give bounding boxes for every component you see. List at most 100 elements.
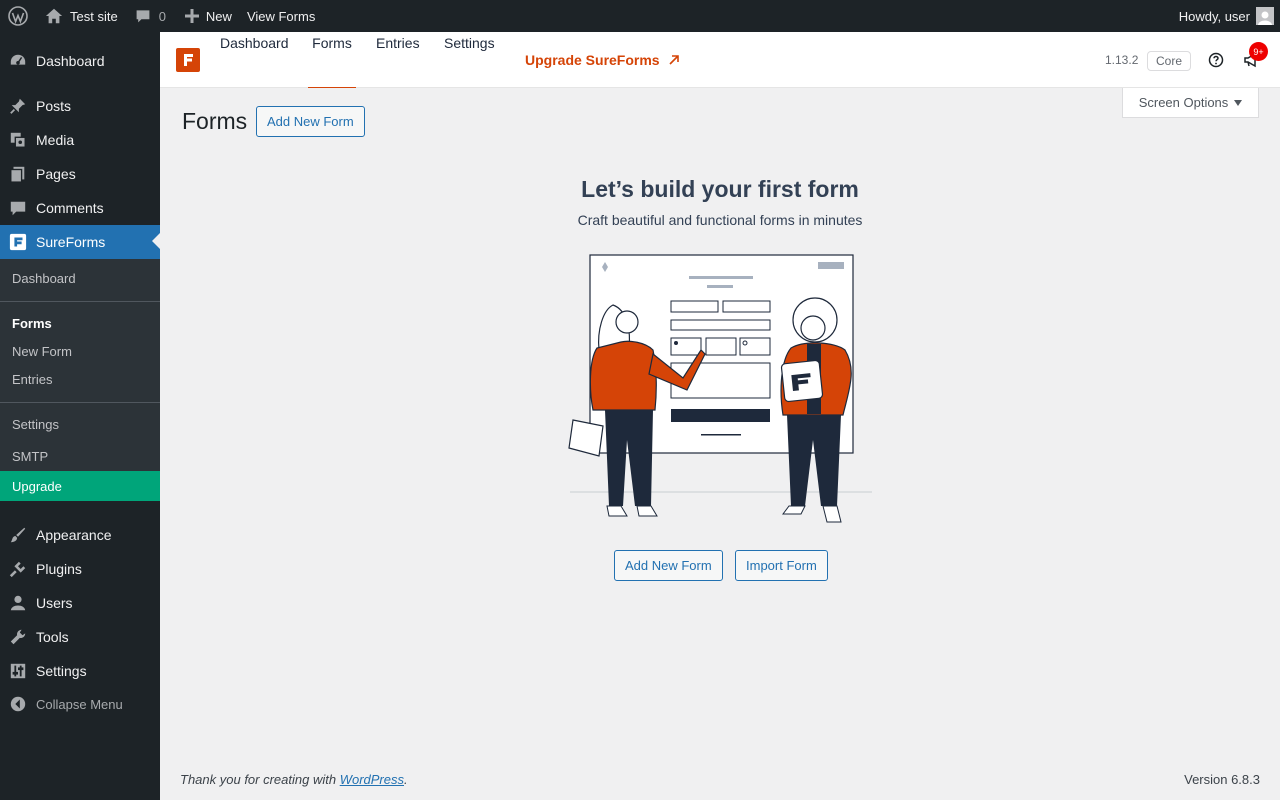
plug-icon: [9, 561, 26, 578]
sidebar-item-media[interactable]: Media: [0, 123, 160, 157]
help-button[interactable]: [1208, 52, 1224, 71]
sidebar-item-appearance[interactable]: Appearance: [0, 518, 160, 552]
sidebar-item-label: Posts: [36, 98, 72, 114]
collapse-icon: [10, 696, 26, 712]
sidebar-item-users[interactable]: Users: [0, 586, 160, 620]
sureforms-icon: [9, 233, 27, 251]
upgrade-label: Upgrade SureForms: [525, 52, 660, 68]
sidebar-item-label: Media: [36, 132, 75, 148]
wrench-icon: [10, 629, 26, 645]
submenu-label: Entries: [12, 371, 53, 387]
sidebar-item-comments[interactable]: Comments: [0, 191, 160, 225]
add-new-form-button[interactable]: Add New Form: [256, 106, 365, 137]
new-content-link[interactable]: New: [173, 0, 239, 32]
caret-down-icon: [1234, 99, 1243, 106]
home-icon: [45, 8, 63, 24]
sliders-icon: [10, 663, 26, 679]
users-icon: [10, 595, 26, 611]
tab-dashboard[interactable]: Dashboard: [220, 32, 289, 88]
comments-icon: [10, 201, 26, 216]
plus-icon: [184, 9, 199, 23]
pin-icon: [10, 98, 26, 114]
submenu-divider: [0, 402, 160, 403]
avatar: [1256, 7, 1274, 25]
notification-count-badge: 9+: [1249, 42, 1268, 61]
external-arrow-icon: [669, 55, 679, 65]
sidebar-item-dashboard[interactable]: Dashboard: [0, 44, 160, 78]
sureforms-submenu: Dashboard Forms New Form Entries Setting…: [0, 259, 160, 471]
site-name-link[interactable]: Test site: [38, 0, 125, 32]
submenu-item-entries[interactable]: Entries: [0, 366, 160, 392]
sidebar-item-label: Settings: [36, 663, 87, 679]
submenu-item-upgrade[interactable]: Upgrade: [0, 471, 160, 501]
sureforms-logo[interactable]: [176, 48, 200, 72]
button-label: Add New Form: [267, 114, 354, 129]
my-account-link[interactable]: Howdy, user: [1172, 0, 1280, 32]
sidebar-item-label: Comments: [36, 200, 104, 216]
submenu-label: Dashboard: [12, 270, 76, 286]
submenu-item-settings[interactable]: Settings: [0, 411, 160, 437]
brush-icon: [10, 527, 26, 543]
sidebar-item-label: SureForms: [36, 234, 106, 250]
footer-version: Version 6.8.3: [1184, 772, 1260, 787]
sidebar-item-settings[interactable]: Settings: [0, 654, 160, 688]
screen-options-label: Screen Options: [1138, 95, 1229, 110]
empty-state-add-new-form-button[interactable]: Add New Form: [614, 550, 723, 581]
sidebar-item-sureforms[interactable]: SureForms: [0, 225, 160, 259]
sidebar-item-plugins[interactable]: Plugins: [0, 552, 160, 586]
sureforms-header: Dashboard Forms Entries Settings Upgrade…: [160, 32, 1280, 88]
wordpress-logo-link[interactable]: [0, 0, 38, 32]
tab-forms[interactable]: Forms: [308, 32, 356, 88]
submenu-label: Forms: [12, 315, 52, 331]
tab-label: Settings: [444, 35, 495, 51]
submenu-divider: [0, 301, 160, 302]
screen-options-button[interactable]: Screen Options: [1122, 88, 1259, 118]
sidebar-item-label: Pages: [36, 166, 76, 182]
version-label: 1.13.2: [1105, 53, 1139, 67]
howdy-label: Howdy, user: [1178, 8, 1250, 24]
sidebar-item-tools[interactable]: Tools: [0, 620, 160, 654]
tab-label: Entries: [376, 35, 420, 51]
sidebar-item-label: Dashboard: [36, 53, 105, 69]
button-label: Import Form: [746, 558, 817, 573]
admin-sidebar: Dashboard Posts Media Pages Comments Sur…: [0, 32, 160, 800]
submenu-item-forms[interactable]: Forms: [0, 310, 160, 336]
comments-link[interactable]: 0: [125, 0, 173, 32]
sidebar-item-label: Appearance: [36, 527, 112, 543]
footer-thanks-suffix: .: [404, 772, 408, 787]
collapse-menu-button[interactable]: Collapse Menu: [0, 687, 160, 721]
empty-state-subtitle: Craft beautiful and functional forms in …: [577, 212, 863, 228]
submenu-label: Upgrade: [12, 478, 62, 494]
footer-thanks: Thank you for creating with WordPress.: [180, 772, 408, 787]
sidebar-item-label: Collapse Menu: [36, 696, 123, 712]
empty-state-illustration: [568, 254, 872, 523]
page-title: Forms: [182, 108, 248, 134]
submenu-item-dashboard[interactable]: Dashboard: [0, 265, 160, 291]
sidebar-item-pages[interactable]: Pages: [0, 157, 160, 191]
new-label: New: [205, 8, 232, 24]
dashboard-icon: [10, 54, 26, 65]
edition-badge: Core: [1147, 51, 1192, 71]
sidebar-item-label: Tools: [36, 629, 69, 645]
sidebar-item-label: Users: [36, 595, 73, 611]
media-icon: [10, 132, 26, 148]
upgrade-sureforms-link[interactable]: Upgrade SureForms: [525, 52, 680, 68]
import-form-button[interactable]: Import Form: [735, 550, 828, 581]
tab-settings[interactable]: Settings: [444, 32, 495, 88]
comment-bubble-icon: [136, 10, 150, 23]
footer-thanks-text: Thank you for creating with: [180, 772, 340, 787]
view-forms-label: View Forms: [246, 8, 316, 24]
wordpress-link[interactable]: WordPress: [340, 772, 404, 787]
tab-entries[interactable]: Entries: [376, 32, 420, 88]
view-forms-link[interactable]: View Forms: [239, 0, 322, 32]
question-circle-icon: [1208, 52, 1224, 68]
wordpress-icon: [8, 6, 28, 26]
sidebar-item-posts[interactable]: Posts: [0, 89, 160, 123]
site-name: Test site: [70, 8, 118, 24]
submenu-item-smtp[interactable]: SMTP: [0, 443, 160, 469]
button-label: Add New Form: [625, 558, 712, 573]
submenu-item-new-form[interactable]: New Form: [0, 338, 160, 364]
submenu-label: New Form: [12, 343, 72, 359]
submenu-label: SMTP: [12, 448, 49, 464]
sidebar-item-label: Plugins: [36, 561, 82, 577]
